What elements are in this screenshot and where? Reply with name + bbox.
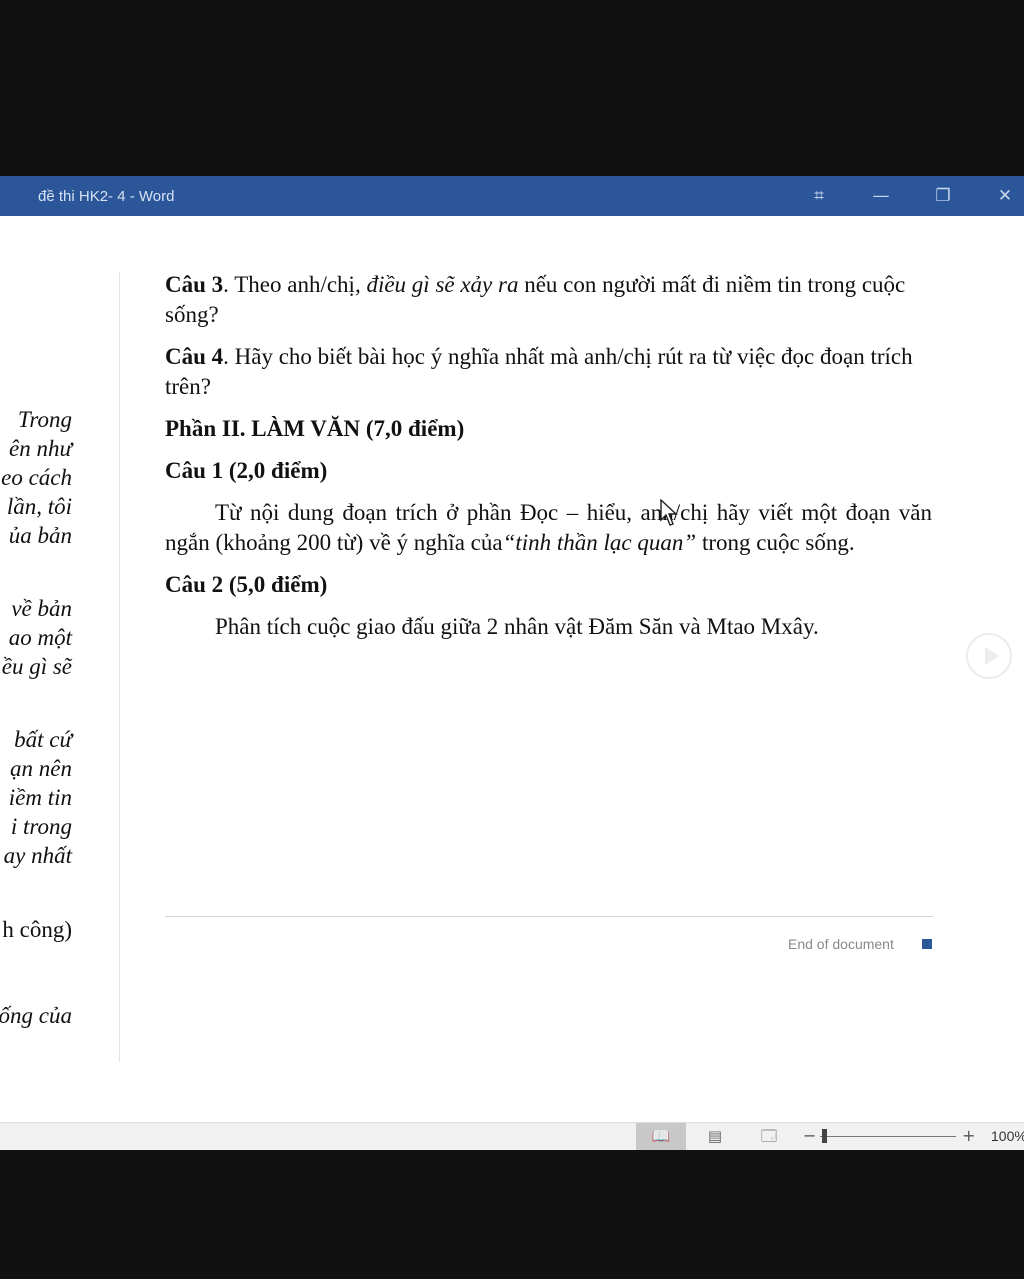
print-layout-icon[interactable]: ▤ (690, 1123, 740, 1150)
question-3-label: Câu 3 (165, 272, 224, 297)
zoom-slider-track[interactable] (820, 1136, 956, 1137)
document-page[interactable]: Câu 3. Theo anh/chị, điều gì sẽ xảy ra n… (165, 270, 932, 642)
section-2-title: Phần II. LÀM VĂN (7,0 điểm) (165, 416, 465, 441)
left-page-fragment: ủa bản (8, 523, 72, 548)
question-3: Câu 3. Theo anh/chị, điều gì sẽ xảy ra n… (165, 270, 932, 330)
end-of-document-label: End of document (788, 936, 894, 952)
question-2-body: Phân tích cuộc giao đấu giữa 2 nhân vật … (215, 614, 819, 639)
end-separator (165, 916, 933, 917)
question-4-text: . Hãy cho biết bài học ý nghĩa nhất mà a… (165, 344, 913, 399)
left-page-fragment: ạn nên (10, 756, 72, 781)
question-4: Câu 4. Hãy cho biết bài học ý nghĩa nhất… (165, 342, 932, 402)
left-page-fragment: lần, tôi (6, 494, 72, 519)
status-bar: 📖 ▤ 🗔 − + 100% (0, 1122, 1024, 1150)
left-page-fragment: eo cách (1, 465, 72, 490)
left-page-edge (119, 272, 120, 1062)
question-1-italic: “tinh thần lạc quan” (502, 530, 697, 555)
window-title: đề thi HK2- 4 - Word (38, 188, 175, 205)
play-icon[interactable] (966, 633, 1012, 679)
left-page-fragment: iềm tin (8, 785, 72, 810)
zoom-out-button[interactable]: − (803, 1126, 816, 1145)
read-mode-icon[interactable]: 📖 (636, 1123, 686, 1150)
minimize-button[interactable]: — (866, 182, 896, 210)
question-1-heading: Câu 1 (2,0 điểm) (165, 456, 932, 486)
left-page-fragment: h công) (2, 917, 72, 942)
mouse-pointer-icon (660, 499, 678, 526)
question-1-text-end: trong cuộc sống. (696, 530, 855, 555)
zoom-level[interactable]: 100% (991, 1128, 1024, 1144)
question-4-label: Câu 4 (165, 344, 224, 369)
restore-button[interactable]: ❐ (928, 182, 958, 210)
title-bar: đề thi HK2- 4 - Word ⌗ — ❐ ✕ (0, 176, 1024, 216)
question-1-title: Câu 1 (2,0 điểm) (165, 458, 328, 483)
zoom-slider-handle[interactable] (822, 1129, 827, 1143)
question-2-heading: Câu 2 (5,0 điểm) (165, 570, 932, 600)
fullscreen-icon[interactable]: ⌗ (804, 182, 834, 210)
question-3-italic: điều gì sẽ xảy ra (366, 272, 519, 297)
question-1-body: Từ nội dung đoạn trích ở phần Đọc – hiểu… (165, 498, 932, 558)
close-button[interactable]: ✕ (990, 182, 1020, 210)
left-page-fragment: ống của (0, 1003, 72, 1028)
section-2-heading: Phần II. LÀM VĂN (7,0 điểm) (165, 414, 932, 444)
left-page-fragment: ao một (8, 625, 72, 650)
zoom-in-button[interactable]: + (962, 1126, 975, 1145)
left-page-fragment: về bản (11, 596, 72, 621)
document-area[interactable]: Trong ên như eo cách lần, tôi ủa bản về … (0, 216, 1024, 1122)
end-marker-icon (922, 939, 932, 949)
word-window: đề thi HK2- 4 - Word ⌗ — ❐ ✕ Trong ên nh… (0, 176, 1024, 1150)
left-page-fragment: ên như (8, 436, 72, 461)
left-page-fragment: Trong (17, 407, 72, 432)
left-page-fragment: bất cứ (14, 727, 72, 752)
left-page-fragment: ay nhất (3, 843, 72, 868)
left-page-fragment: i trong (10, 814, 72, 839)
left-page-fragment: ều gì sẽ (1, 654, 72, 679)
web-layout-icon[interactable]: 🗔 (744, 1123, 794, 1150)
question-2-title: Câu 2 (5,0 điểm) (165, 572, 328, 597)
question-3-text: . Theo anh/chị, (223, 272, 367, 297)
